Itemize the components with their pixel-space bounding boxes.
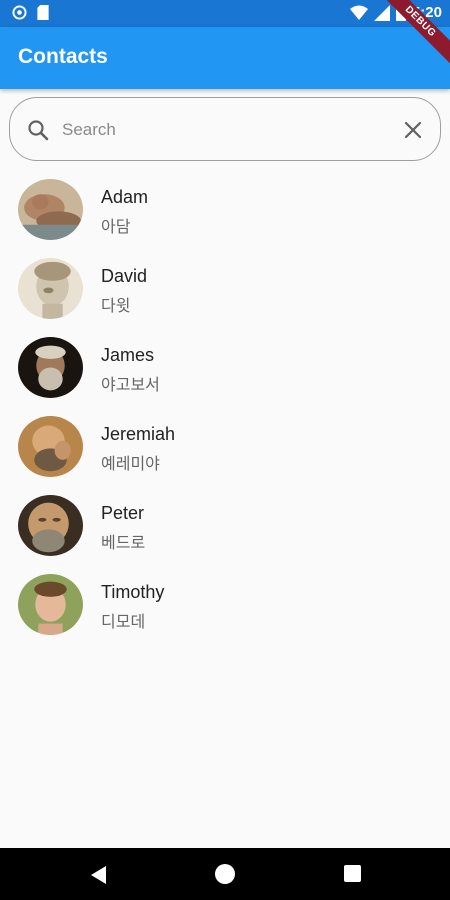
status-bar: 5:20 bbox=[0, 0, 450, 27]
avatar bbox=[18, 574, 83, 635]
contact-name: David bbox=[101, 266, 148, 286]
page-title: Contacts bbox=[18, 45, 108, 68]
contact-name: Timothy bbox=[101, 582, 165, 602]
recent-apps-icon[interactable] bbox=[344, 865, 361, 882]
avatar bbox=[18, 179, 83, 240]
close-icon bbox=[404, 121, 422, 139]
search-icon bbox=[28, 120, 49, 141]
contact-name: Peter bbox=[101, 503, 145, 523]
contact-item-adam[interactable]: Adam 아담 bbox=[0, 169, 450, 248]
home-icon[interactable] bbox=[215, 864, 235, 884]
contact-list: Adam 아담 David 다윗 James 야고보서 Jeremiah 예레미… bbox=[0, 169, 450, 643]
avatar bbox=[18, 258, 83, 319]
contact-item-david[interactable]: David 다윗 bbox=[0, 248, 450, 327]
navigation-bar bbox=[0, 848, 450, 900]
contact-name: Jeremiah bbox=[101, 424, 176, 444]
avatar bbox=[18, 337, 83, 398]
back-icon[interactable] bbox=[88, 864, 110, 886]
signal-icon bbox=[373, 4, 390, 21]
contact-item-peter[interactable]: Peter 베드로 bbox=[0, 485, 450, 564]
search-input[interactable] bbox=[62, 110, 392, 150]
clear-search-button[interactable] bbox=[398, 115, 428, 145]
wifi-icon bbox=[349, 5, 368, 20]
search-box[interactable] bbox=[9, 97, 441, 161]
app-bar: Contacts bbox=[0, 27, 450, 89]
contact-korean-name: 베드로 bbox=[101, 533, 146, 552]
contact-item-timothy[interactable]: Timothy 디모데 bbox=[0, 564, 450, 643]
status-time: 5:20 bbox=[411, 4, 442, 21]
contact-korean-name: 아담 bbox=[101, 217, 131, 236]
contact-korean-name: 다윗 bbox=[101, 296, 131, 315]
avatar bbox=[18, 495, 83, 556]
contact-name: Adam bbox=[101, 187, 149, 207]
battery-icon bbox=[395, 4, 406, 21]
contact-item-jeremiah[interactable]: Jeremiah 예레미야 bbox=[0, 406, 450, 485]
contact-korean-name: 야고보서 bbox=[101, 375, 160, 394]
contact-korean-name: 디모데 bbox=[101, 612, 146, 631]
circle-notification-icon bbox=[12, 5, 27, 20]
avatar bbox=[18, 416, 83, 477]
contact-name: James bbox=[101, 345, 155, 365]
sd-card-icon bbox=[37, 5, 49, 20]
contact-item-james[interactable]: James 야고보서 bbox=[0, 327, 450, 406]
contact-korean-name: 예레미야 bbox=[101, 454, 160, 473]
